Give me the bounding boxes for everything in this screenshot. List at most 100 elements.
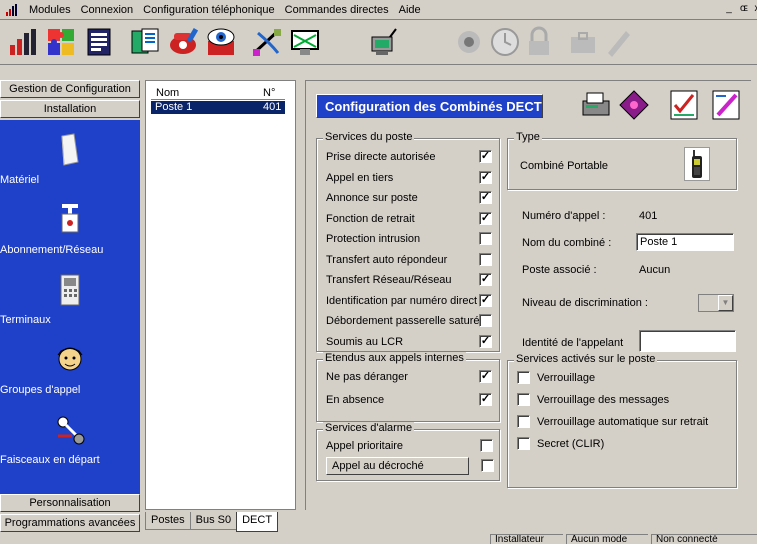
checkbox-row[interactable]: Débordement passerelle saturée [317, 313, 499, 329]
checkbox[interactable] [479, 252, 492, 266]
app-signal-icon[interactable] [6, 3, 20, 16]
numero-appel-value: 401 [639, 210, 658, 222]
checkbox[interactable] [480, 439, 493, 452]
checkbox-row[interactable]: Soumis au LCR ✓ [317, 334, 499, 350]
nav-personnalisation[interactable]: Personnalisation [0, 494, 140, 512]
checkbox[interactable] [517, 415, 530, 428]
left-navigation: Gestion de Configuration Installation Ma… [0, 80, 140, 537]
checkbox[interactable]: ✓ [479, 334, 492, 348]
checkbox[interactable] [517, 393, 530, 406]
tab-dect[interactable]: DECT [236, 512, 279, 532]
edit-form-icon[interactable] [708, 87, 744, 123]
eye-gear-icon[interactable] [204, 25, 238, 59]
menu-commandes-directes[interactable]: Commandes directes [280, 1, 394, 19]
checkbox-row[interactable]: Identification par numéro direct ✓ [317, 293, 499, 309]
checkbox-label: Identification par numéro direct [326, 294, 478, 307]
cable-icon[interactable] [250, 25, 284, 59]
checkbox-row[interactable]: Transfert auto répondeur [317, 252, 499, 268]
checkbox[interactable]: ✓ [479, 150, 492, 163]
checklist-icon[interactable] [666, 87, 702, 123]
menu-configuration-telephonique[interactable]: Configuration téléphonique [138, 1, 280, 19]
checkbox[interactable]: ✓ [479, 191, 492, 204]
column-numero[interactable]: N° [263, 87, 275, 99]
book-list-icon[interactable] [82, 25, 116, 59]
checkbox[interactable]: ✓ [479, 370, 492, 383]
checkbox[interactable]: ✓ [479, 211, 492, 225]
checkbox[interactable]: ✓ [479, 170, 492, 184]
tool-abonnement-reseau[interactable]: Abonnement/Réseau [0, 202, 140, 256]
tab-bus-s0[interactable]: Bus S0 [189, 512, 238, 530]
tool-materiel[interactable]: Matériel [0, 132, 140, 186]
checkbox-row[interactable]: Ne pas déranger ✓ [317, 369, 499, 385]
checkbox-row[interactable]: Verrouillage automatique sur retrait [508, 414, 736, 430]
checkbox-row[interactable]: Secret (CLIR) [508, 436, 736, 452]
identite-appelant-field[interactable] [639, 330, 736, 352]
checkbox-row[interactable]: Appel en tiers ✓ [317, 170, 499, 186]
module-icon[interactable] [128, 25, 162, 59]
menu-connexion[interactable]: Connexion [76, 1, 139, 19]
checkbox-label: Ne pas déranger [326, 371, 408, 383]
appel-decroche-checkbox[interactable] [481, 459, 494, 472]
checkbox-row[interactable]: En absence ✓ [317, 392, 499, 408]
lock-icon[interactable] [522, 25, 556, 59]
sun-disc-icon[interactable] [452, 25, 486, 59]
dect-handset-icon [684, 147, 710, 181]
tool-faisceaux-label: Faisceaux en départ [0, 454, 100, 466]
phone-tools-icon[interactable] [166, 25, 200, 59]
checkbox[interactable]: ✓ [479, 393, 492, 406]
checkbox-row[interactable]: Verrouillage [508, 370, 736, 386]
checkbox-row[interactable]: Fonction de retrait ✓ [317, 211, 499, 227]
lock-case-icon[interactable] [566, 25, 600, 59]
tool-terminaux[interactable]: Terminaux [0, 272, 140, 326]
etendus-group: Etendus aux appels internes Ne pas déran… [316, 352, 500, 422]
pc-antenna-icon[interactable] [366, 25, 400, 59]
appel-decroche-button[interactable]: Appel au décroché [326, 457, 469, 475]
checkbox-row[interactable]: Prise directe autorisée ✓ [317, 149, 499, 165]
checkbox[interactable]: ✓ [479, 293, 492, 307]
services-actives-title: Services activés sur le poste [514, 353, 658, 365]
book-icon[interactable] [616, 87, 652, 123]
checkbox-label: Verrouillage [537, 372, 596, 384]
checkbox-label: Verrouillage automatique sur retrait [537, 416, 709, 428]
menu-modules[interactable]: Modules [24, 1, 76, 19]
checkbox-row[interactable]: Appel prioritaire [326, 438, 494, 454]
checkbox-label: Soumis au LCR [326, 335, 404, 348]
menu-aide[interactable]: Aide [394, 1, 426, 19]
checkbox[interactable] [479, 314, 492, 327]
type-title: Type [514, 131, 542, 143]
nav-gestion-configuration[interactable]: Gestion de Configuration [0, 80, 140, 98]
restore-button[interactable]: ɶ [737, 3, 751, 15]
close-button[interactable]: x [750, 3, 757, 15]
checkbox[interactable] [479, 232, 492, 245]
tab-postes[interactable]: Postes [145, 512, 191, 530]
signal-bars-icon[interactable] [6, 25, 40, 59]
checkbox-row[interactable]: Protection intrusion [317, 231, 499, 247]
nav-programmations-avancees[interactable]: Programmations avancées [0, 514, 140, 532]
minimize-button[interactable]: _ [722, 3, 736, 15]
nav-installation[interactable]: Installation [0, 100, 140, 118]
tool-faisceaux-depart[interactable]: Faisceaux en départ [0, 412, 140, 466]
poste-associe-value: Aucun [639, 264, 671, 276]
tool-groupes-appel[interactable]: Groupes d'appel [0, 342, 140, 396]
status-role: Installateur [490, 534, 563, 544]
chevron-down-icon[interactable]: ▼ [718, 295, 733, 311]
list-item[interactable]: Poste 1 401 [151, 101, 285, 114]
fax-printer-icon[interactable] [578, 87, 614, 123]
checkbox[interactable] [517, 371, 530, 384]
clock-icon[interactable] [488, 25, 522, 59]
checkbox-row[interactable]: Transfert Réseau/Réseau ✓ [317, 272, 499, 288]
puzzle-icon[interactable] [44, 25, 78, 59]
checkbox-label: Débordement passerelle saturée [326, 315, 486, 327]
alarme-title: Services d'alarme [323, 422, 415, 434]
discrimination-select[interactable]: ▼ [698, 294, 734, 312]
pen-icon[interactable] [600, 25, 634, 59]
nom-combine-field[interactable]: Poste 1 [636, 233, 734, 251]
checkbox-row[interactable]: Annonce sur poste ✓ [317, 190, 499, 206]
checkbox[interactable] [517, 437, 530, 450]
checkbox-label: Transfert Réseau/Réseau [326, 274, 452, 286]
checkbox-row[interactable]: Verrouillage des messages [508, 392, 736, 408]
checkbox-label: Fonction de retrait [326, 212, 415, 225]
column-nom[interactable]: Nom [156, 87, 179, 99]
network-icon[interactable] [288, 25, 322, 59]
checkbox[interactable]: ✓ [479, 273, 492, 286]
